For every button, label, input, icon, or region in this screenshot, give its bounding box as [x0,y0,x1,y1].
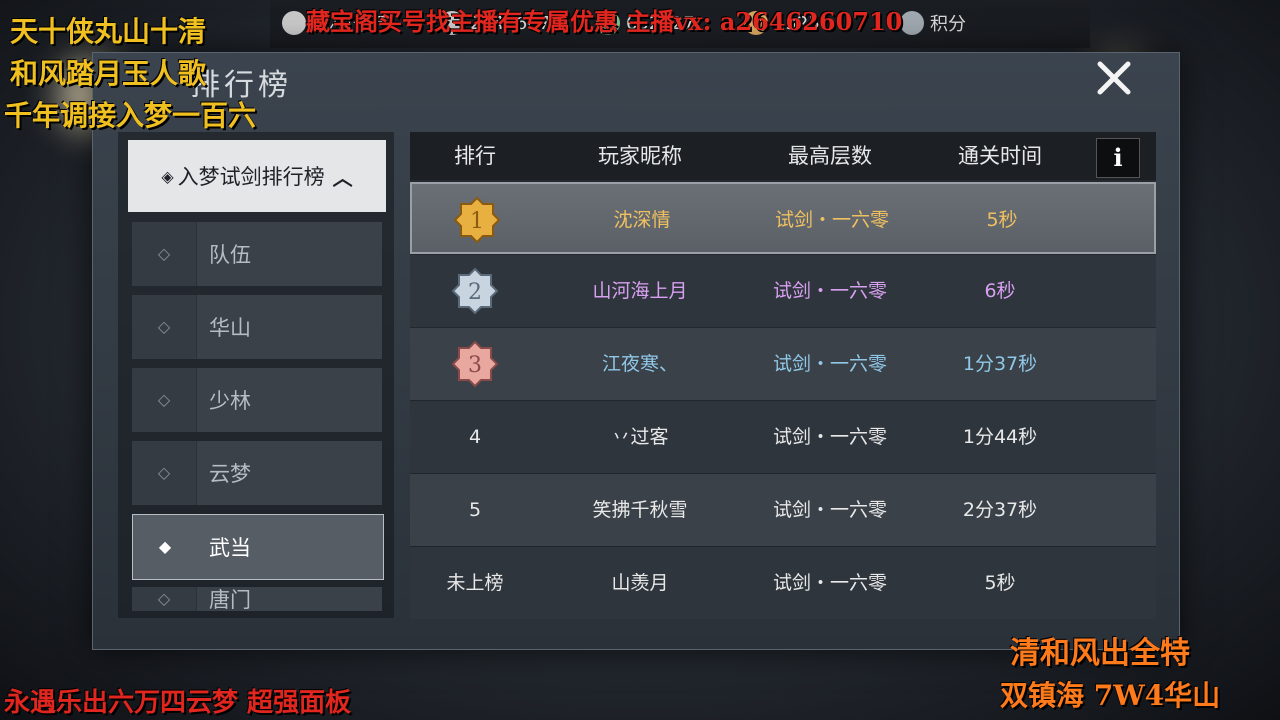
badge-icon [900,11,924,35]
time-cell: 5秒 [986,209,1018,231]
overlay-left-line2: 和风踏月玉人歌 [10,57,207,90]
diamond-icon: ◆ [158,537,172,556]
dropdown-label: 入梦试剑排行榜 [177,165,325,189]
player-name-cell: 江夜寒、 [601,353,678,375]
floor-cell: 试剑・一六零 [772,353,887,375]
category-label: 少林 [209,389,251,413]
resource-item: 积分 [900,10,966,36]
table-row[interactable]: 3 江夜寒、 试剑・一六零 1分37秒 [410,328,1156,400]
time-cell: 6秒 [984,280,1016,302]
header-rank: 排行 [454,144,496,168]
overlay-top-banner: 藏宝阁买号找主播有专属优惠 主播vx: a2646260710 [306,7,903,36]
overlay-bottom-left: 永遇乐出六万四云梦 超强面板 [4,688,352,718]
close-button[interactable] [1088,52,1140,104]
player-name-cell: 山河海上月 [592,280,688,302]
info-button[interactable]: i [1096,138,1140,178]
close-icon [1097,61,1131,95]
category-item[interactable]: ◇ 队伍 [132,222,382,286]
category-label: 唐门 [209,588,251,611]
floor-cell: 试剑・一六零 [772,426,887,448]
medal-rank-number: 3 [468,353,482,378]
bronze-medal-icon: 3 [451,340,499,388]
time-cell: 5秒 [984,572,1016,594]
diamond-icon: ◇ [132,587,197,611]
table-header: 排行 玩家昵称 最高层数 通关时间 [410,132,1156,180]
diamond-icon: ◇ [132,222,197,286]
player-name-cell: 山羡月 [611,572,669,594]
header-time: 通关时间 [958,144,1042,168]
player-name-cell: 笑拂千秋雪 [592,499,688,521]
floor-cell: 试剑・一六零 [772,572,887,594]
leaderboard-type-dropdown[interactable]: ◈ 入梦试剑排行榜 ︿ [128,140,386,212]
table-row[interactable]: 4 丷过客 试剑・一六零 1分44秒 [410,401,1156,473]
player-name-cell: 丷过客 [611,426,669,448]
time-cell: 1分37秒 [962,353,1038,375]
diamond-icon: ◇ [132,441,197,505]
table-row[interactable]: 1 沈深情 试剑・一六零 5秒 [410,182,1156,254]
category-item[interactable]: ◇ 少林 [132,368,382,432]
rank-cell: 5 [468,499,482,521]
table-row[interactable]: 未上榜 山羡月 试剑・一六零 5秒 [410,547,1156,619]
medal-rank-number: 2 [468,280,482,305]
diamond-icon: ◇ [132,295,197,359]
overlay-bottom-right1: 清和风出全特 [1010,636,1190,671]
chevron-up-icon: ︿ [332,165,353,190]
header-floor: 最高层数 [788,144,872,168]
rank-cell: 4 [468,426,482,448]
header-player: 玩家昵称 [598,144,682,168]
medal-rank-number: 1 [470,209,484,234]
floor-cell: 试剑・一六零 [772,499,887,521]
rank-cell: 未上榜 [446,572,504,594]
category-label: 队伍 [209,243,251,267]
player-name-cell: 沈深情 [613,209,671,231]
category-item[interactable]: ◇ 唐门 [132,587,382,611]
category-label: 云梦 [209,462,251,486]
category-label: 华山 [209,316,251,340]
silver-medal-icon: 2 [451,267,499,315]
coin-icon [282,11,306,35]
overlay-bottom-right2: 双镇海 7W4华山 [1000,679,1221,712]
category-item[interactable]: ◆ 武当 [132,514,384,580]
diamond-icon: ◇ [132,368,197,432]
resource-value: 积分 [930,14,966,35]
category-item[interactable]: ◇ 华山 [132,295,382,359]
time-cell: 2分37秒 [962,499,1038,521]
table-row[interactable]: 5 笑拂千秋雪 试剑・一六零 2分37秒 [410,474,1156,546]
overlay-left-line1: 天十侠丸山十清 [10,15,207,48]
diamond-link-icon: ◈ [161,166,174,186]
gold-medal-icon: 1 [453,196,501,244]
table-row[interactable]: 2 山河海上月 试剑・一六零 6秒 [410,255,1156,327]
time-cell: 1分44秒 [962,426,1038,448]
category-label: 武当 [209,536,251,560]
floor-cell: 试剑・一六零 [774,209,889,231]
floor-cell: 试剑・一六零 [772,280,887,302]
overlay-left-line3: 千年调接入梦一百六 [4,99,257,132]
category-item[interactable]: ◇ 云梦 [132,441,382,505]
